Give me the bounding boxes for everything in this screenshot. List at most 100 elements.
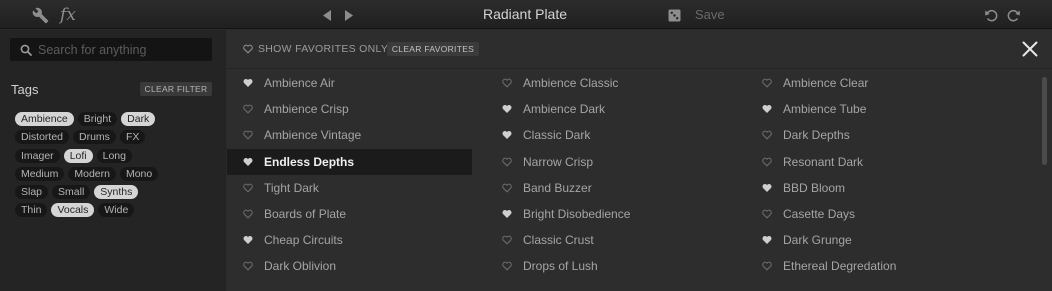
show-favorites-toggle[interactable]: SHOW FAVORITES ONLY xyxy=(243,43,388,55)
preset-name: Ambience Air xyxy=(264,76,335,90)
preset-list: Ambience Air Ambience Crisp Ambience Vinta… xyxy=(227,70,1037,291)
tag-chip[interactable]: Lofi xyxy=(63,148,93,163)
heart-outline-icon[interactable] xyxy=(502,235,512,245)
tags-heading: Tags xyxy=(11,82,39,97)
tag-chip[interactable]: Medium xyxy=(15,166,65,181)
preset-item[interactable]: Endless Depths xyxy=(227,148,472,175)
save-button[interactable]: Save xyxy=(695,7,725,22)
heart-outline-icon[interactable] xyxy=(243,104,253,114)
preset-name: Drops of Lush xyxy=(523,259,598,274)
preset-item[interactable]: Ethereal Degredation xyxy=(746,253,991,279)
preset-item[interactable]: Band Buzzer xyxy=(486,175,731,201)
heart-filled-icon[interactable] xyxy=(502,104,512,114)
search-input[interactable] xyxy=(38,40,208,59)
heart-filled-icon[interactable] xyxy=(243,157,253,167)
heart-filled-icon[interactable] xyxy=(762,235,772,245)
heart-filled-icon[interactable] xyxy=(243,78,253,88)
heart-outline-icon[interactable] xyxy=(762,78,772,88)
preset-item[interactable]: Bright Disobedience xyxy=(486,201,731,227)
undo-icon[interactable] xyxy=(983,6,999,24)
heart-filled-icon[interactable] xyxy=(502,209,512,219)
tag-chip[interactable]: Wide xyxy=(98,203,135,218)
heart-outline-icon[interactable] xyxy=(762,261,772,271)
tag-chip[interactable]: Bright xyxy=(77,112,118,126)
preset-item[interactable]: Classic Dark xyxy=(486,122,731,148)
preset-name: Dark Depths xyxy=(783,128,850,143)
tag-chip[interactable]: Ambience xyxy=(15,112,74,126)
tag-chip[interactable]: Drums xyxy=(73,130,116,145)
heart-outline-icon xyxy=(243,44,253,54)
preset-title[interactable]: Radiant Plate xyxy=(460,6,590,22)
clear-filter-button[interactable]: CLEAR FILTER xyxy=(140,82,212,96)
preset-name: Endless Depths xyxy=(264,154,355,169)
heart-outline-icon[interactable] xyxy=(762,130,772,140)
heart-outline-icon[interactable] xyxy=(762,209,772,219)
heart-filled-icon[interactable] xyxy=(243,235,253,245)
heart-filled-icon[interactable] xyxy=(762,183,772,193)
preset-name: Dark Grunge xyxy=(783,233,852,248)
tag-chip[interactable]: Mono xyxy=(119,166,159,181)
preset-item[interactable]: Tight Dark xyxy=(227,175,472,201)
clear-favorites-button[interactable]: CLEAR FAVORITES xyxy=(387,42,479,56)
preset-item[interactable]: BBD Bloom xyxy=(746,175,991,201)
preset-item[interactable]: Ambience Clear xyxy=(746,70,991,96)
heart-outline-icon[interactable] xyxy=(502,183,512,193)
next-arrow-icon[interactable] xyxy=(341,6,355,24)
tag-chip[interactable]: Vocals xyxy=(51,203,95,218)
show-favorites-label: SHOW FAVORITES ONLY xyxy=(258,43,389,55)
fx-icon[interactable]: fx xyxy=(58,6,78,24)
preset-item[interactable]: Ambience Dark xyxy=(486,96,731,122)
preset-name: Casette Days xyxy=(783,207,856,221)
tag-chip-row: Medium Modern Mono xyxy=(15,166,220,181)
heart-outline-icon[interactable] xyxy=(243,261,253,271)
preset-item[interactable]: Resonant Dark xyxy=(746,149,991,175)
preset-name: BBD Bloom xyxy=(783,180,846,195)
preset-name: Tight Dark xyxy=(264,180,319,195)
tag-chip[interactable]: FX xyxy=(119,130,146,145)
favorites-bar: SHOW FAVORITES ONLY CLEAR FAVORITES xyxy=(227,30,1052,69)
heart-filled-icon[interactable] xyxy=(502,130,512,140)
prev-arrow-icon[interactable] xyxy=(320,6,334,24)
heart-outline-icon[interactable] xyxy=(243,130,253,140)
wrench-icon[interactable] xyxy=(31,6,49,24)
close-icon[interactable] xyxy=(1022,41,1038,57)
tag-chip-row: Slap Small Synths xyxy=(15,185,220,200)
preset-name: Ambience Crisp xyxy=(264,102,349,117)
dice-icon[interactable] xyxy=(667,6,681,24)
preset-name: Ambience Clear xyxy=(783,76,869,90)
preset-item[interactable]: Dark Oblivion xyxy=(227,253,472,279)
preset-item[interactable]: Ambience Air xyxy=(227,70,472,96)
preset-item[interactable]: Ambience Tube xyxy=(746,96,991,122)
preset-item[interactable]: Narrow Crisp xyxy=(486,149,731,175)
preset-item[interactable]: Ambience Classic xyxy=(486,70,731,96)
heart-outline-icon[interactable] xyxy=(243,209,253,219)
preset-name: Boards of Plate xyxy=(264,207,347,221)
preset-item[interactable]: Boards of Plate xyxy=(227,201,472,227)
preset-item[interactable]: Dark Depths xyxy=(746,122,991,148)
heart-outline-icon[interactable] xyxy=(243,183,253,193)
tag-chip[interactable]: Thin xyxy=(15,203,48,218)
tag-chip[interactable]: Synths xyxy=(94,185,139,200)
preset-item[interactable]: Drops of Lush xyxy=(486,253,731,279)
heart-outline-icon[interactable] xyxy=(502,78,512,88)
preset-item[interactable]: Cheap Circuits xyxy=(227,227,472,253)
redo-icon[interactable] xyxy=(1005,6,1021,24)
tag-chip[interactable]: Small xyxy=(52,185,91,200)
preset-item[interactable]: Dark Grunge xyxy=(746,227,991,253)
scrollbar[interactable] xyxy=(1042,77,1047,165)
tag-chip[interactable]: Long xyxy=(96,148,132,163)
preset-item[interactable]: Ambience Crisp xyxy=(227,96,472,122)
tag-chip[interactable]: Slap xyxy=(15,185,49,200)
heart-filled-icon[interactable] xyxy=(762,104,772,114)
heart-outline-icon[interactable] xyxy=(502,157,512,167)
heart-outline-icon[interactable] xyxy=(762,157,772,167)
tag-chip[interactable]: Imager xyxy=(15,148,60,163)
tag-chip[interactable]: Distorted xyxy=(15,130,70,145)
tag-chip[interactable]: Dark xyxy=(121,112,156,126)
heart-outline-icon[interactable] xyxy=(502,261,512,271)
preset-item[interactable]: Classic Crust xyxy=(486,227,731,253)
preset-item[interactable]: Ambience Vintage xyxy=(227,122,472,148)
tag-chip[interactable]: Modern xyxy=(68,166,116,181)
preset-item[interactable]: Casette Days xyxy=(746,201,991,227)
preset-name: Classic Crust xyxy=(523,233,594,248)
